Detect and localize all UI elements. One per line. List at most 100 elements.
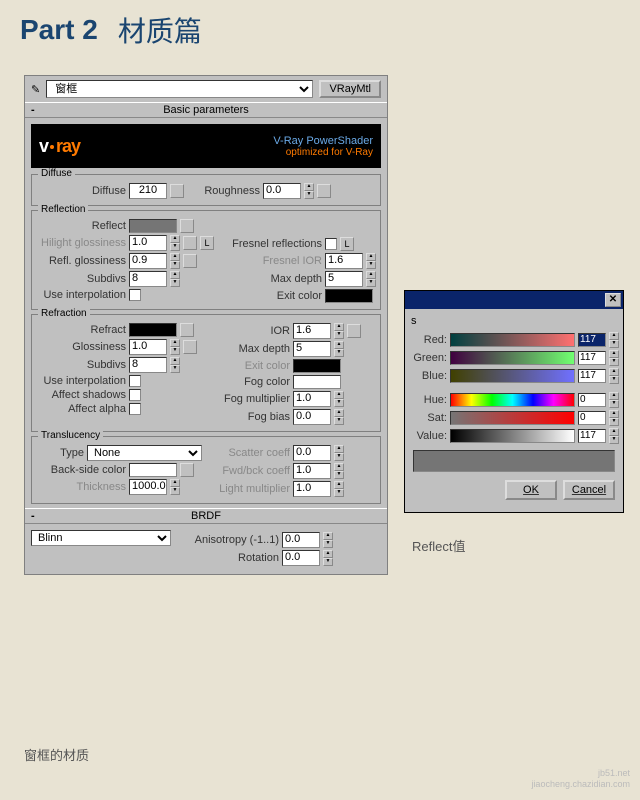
subdivs-input[interactable]: 8: [129, 271, 167, 287]
spinner[interactable]: ▲▼: [334, 481, 344, 497]
blue-input[interactable]: 117: [578, 369, 606, 383]
close-icon[interactable]: ✕: [605, 293, 621, 307]
diffuse-map-slot[interactable]: [170, 184, 184, 198]
ior-label: IOR: [210, 325, 290, 337]
spinner[interactable]: ▲▼: [609, 410, 619, 426]
map-slot[interactable]: [347, 324, 361, 338]
spinner[interactable]: ▲▼: [170, 253, 180, 269]
map-slot[interactable]: [183, 236, 197, 250]
val-slider[interactable]: [450, 429, 575, 443]
hue-input[interactable]: 0: [578, 393, 606, 407]
roughness-spinner[interactable]: ▲▼: [304, 183, 314, 199]
green-slider[interactable]: [450, 351, 575, 365]
fresnel-lock[interactable]: L: [340, 237, 354, 251]
aniso-input[interactable]: 0.0: [282, 532, 320, 548]
spinner[interactable]: ▲▼: [170, 235, 180, 251]
val-input[interactable]: 117: [578, 429, 606, 443]
maxdepth-input[interactable]: 5: [325, 271, 363, 287]
diffuse-group: Diffuse Diffuse 210 Roughness 0.0 ▲▼: [31, 174, 381, 206]
spinner[interactable]: ▲▼: [170, 479, 180, 495]
spinner[interactable]: ▲▼: [609, 350, 619, 366]
ok-button[interactable]: OK: [505, 480, 557, 500]
eyedropper-icon[interactable]: ✎: [31, 83, 40, 96]
spinner[interactable]: ▲▼: [334, 391, 344, 407]
watermark: jb51.netjiaocheng.chazidian.com: [531, 768, 630, 790]
type-dropdown[interactable]: None: [87, 445, 202, 461]
reflect-swatch[interactable]: [129, 219, 177, 233]
material-name-dropdown[interactable]: 窗框: [46, 80, 313, 98]
spinner[interactable]: ▲▼: [170, 339, 180, 355]
hue-slider[interactable]: [450, 393, 575, 407]
brdf-type-dropdown[interactable]: Blinn: [31, 530, 171, 546]
sat-input[interactable]: 0: [578, 411, 606, 425]
spinner[interactable]: ▲▼: [334, 409, 344, 425]
group-label: Reflection: [38, 204, 88, 215]
hilight-lock[interactable]: L: [200, 236, 214, 250]
s-label: s: [409, 315, 619, 330]
subdivs-label: Subdivs: [36, 359, 126, 371]
basic-params-header[interactable]: - Basic parameters: [25, 102, 387, 118]
map-slot[interactable]: [183, 340, 197, 354]
green-input[interactable]: 117: [578, 351, 606, 365]
hilight-input[interactable]: 1.0: [129, 235, 167, 251]
spinner[interactable]: ▲▼: [334, 323, 344, 339]
fog-mult-input[interactable]: 1.0: [293, 391, 331, 407]
thick-input[interactable]: 1000.0: [129, 479, 167, 495]
fwd-input[interactable]: 1.0: [293, 463, 331, 479]
spinner[interactable]: ▲▼: [609, 392, 619, 408]
fresnel-ior-input[interactable]: 1.6: [325, 253, 363, 269]
light-input[interactable]: 1.0: [293, 481, 331, 497]
spinner[interactable]: ▲▼: [609, 428, 619, 444]
spinner[interactable]: ▲▼: [334, 341, 344, 357]
map-slot[interactable]: [180, 463, 194, 477]
use-interp-checkbox[interactable]: [129, 289, 141, 301]
exit-swatch[interactable]: [293, 359, 341, 373]
brdf-header[interactable]: - BRDF: [25, 508, 387, 524]
roughness-map-slot[interactable]: [317, 184, 331, 198]
group-label: Diffuse: [38, 168, 75, 179]
red-input[interactable]: 117: [578, 333, 606, 347]
roughness-input[interactable]: 0.0: [263, 183, 301, 199]
gloss-input[interactable]: 1.0: [129, 339, 167, 355]
map-slot[interactable]: [180, 323, 194, 337]
fog-bias-input[interactable]: 0.0: [293, 409, 331, 425]
spinner[interactable]: ▲▼: [366, 253, 376, 269]
sat-slider[interactable]: [450, 411, 575, 425]
spinner[interactable]: ▲▼: [170, 271, 180, 287]
spinner[interactable]: ▲▼: [609, 368, 619, 384]
refl-gloss-input[interactable]: 0.9: [129, 253, 167, 269]
ior-input[interactable]: 1.6: [293, 323, 331, 339]
maxdepth-input[interactable]: 5: [293, 341, 331, 357]
affect-alpha-checkbox[interactable]: [129, 403, 141, 415]
rot-input[interactable]: 0.0: [282, 550, 320, 566]
spinner[interactable]: ▲▼: [366, 271, 376, 287]
spinner[interactable]: ▲▼: [334, 463, 344, 479]
cancel-button[interactable]: Cancel: [563, 480, 615, 500]
exit-swatch[interactable]: [325, 289, 373, 303]
color-selector-dialog: ✕ s Red:117▲▼ Green:117▲▼ Blue:117▲▼ Hue…: [404, 290, 624, 513]
spinner[interactable]: ▲▼: [609, 332, 619, 348]
subdivs-input[interactable]: 8: [129, 357, 167, 373]
red-slider[interactable]: [450, 333, 575, 347]
use-interp-checkbox[interactable]: [129, 375, 141, 387]
fresnel-checkbox[interactable]: [325, 238, 337, 250]
blue-slider[interactable]: [450, 369, 575, 383]
hue-label: Hue:: [409, 394, 447, 406]
section-label: Basic parameters: [163, 104, 249, 116]
spinner[interactable]: ▲▼: [334, 445, 344, 461]
fog-swatch[interactable]: [293, 375, 341, 389]
back-swatch[interactable]: [129, 463, 177, 477]
spinner[interactable]: ▲▼: [323, 532, 333, 548]
fog-bias-label: Fog bias: [210, 411, 290, 423]
scatter-input[interactable]: 0.0: [293, 445, 331, 461]
dialog-titlebar[interactable]: ✕: [405, 291, 623, 309]
map-slot[interactable]: [183, 254, 197, 268]
affect-shadows-checkbox[interactable]: [129, 389, 141, 401]
spinner[interactable]: ▲▼: [323, 550, 333, 566]
reflect-map-slot[interactable]: [180, 219, 194, 233]
material-type-button[interactable]: VRayMtl: [319, 80, 381, 98]
diffuse-swatch[interactable]: 210: [129, 183, 167, 199]
reflection-group: Reflection Reflect Hilight glossiness1.0…: [31, 210, 381, 310]
spinner[interactable]: ▲▼: [170, 357, 180, 373]
refract-swatch[interactable]: [129, 323, 177, 337]
